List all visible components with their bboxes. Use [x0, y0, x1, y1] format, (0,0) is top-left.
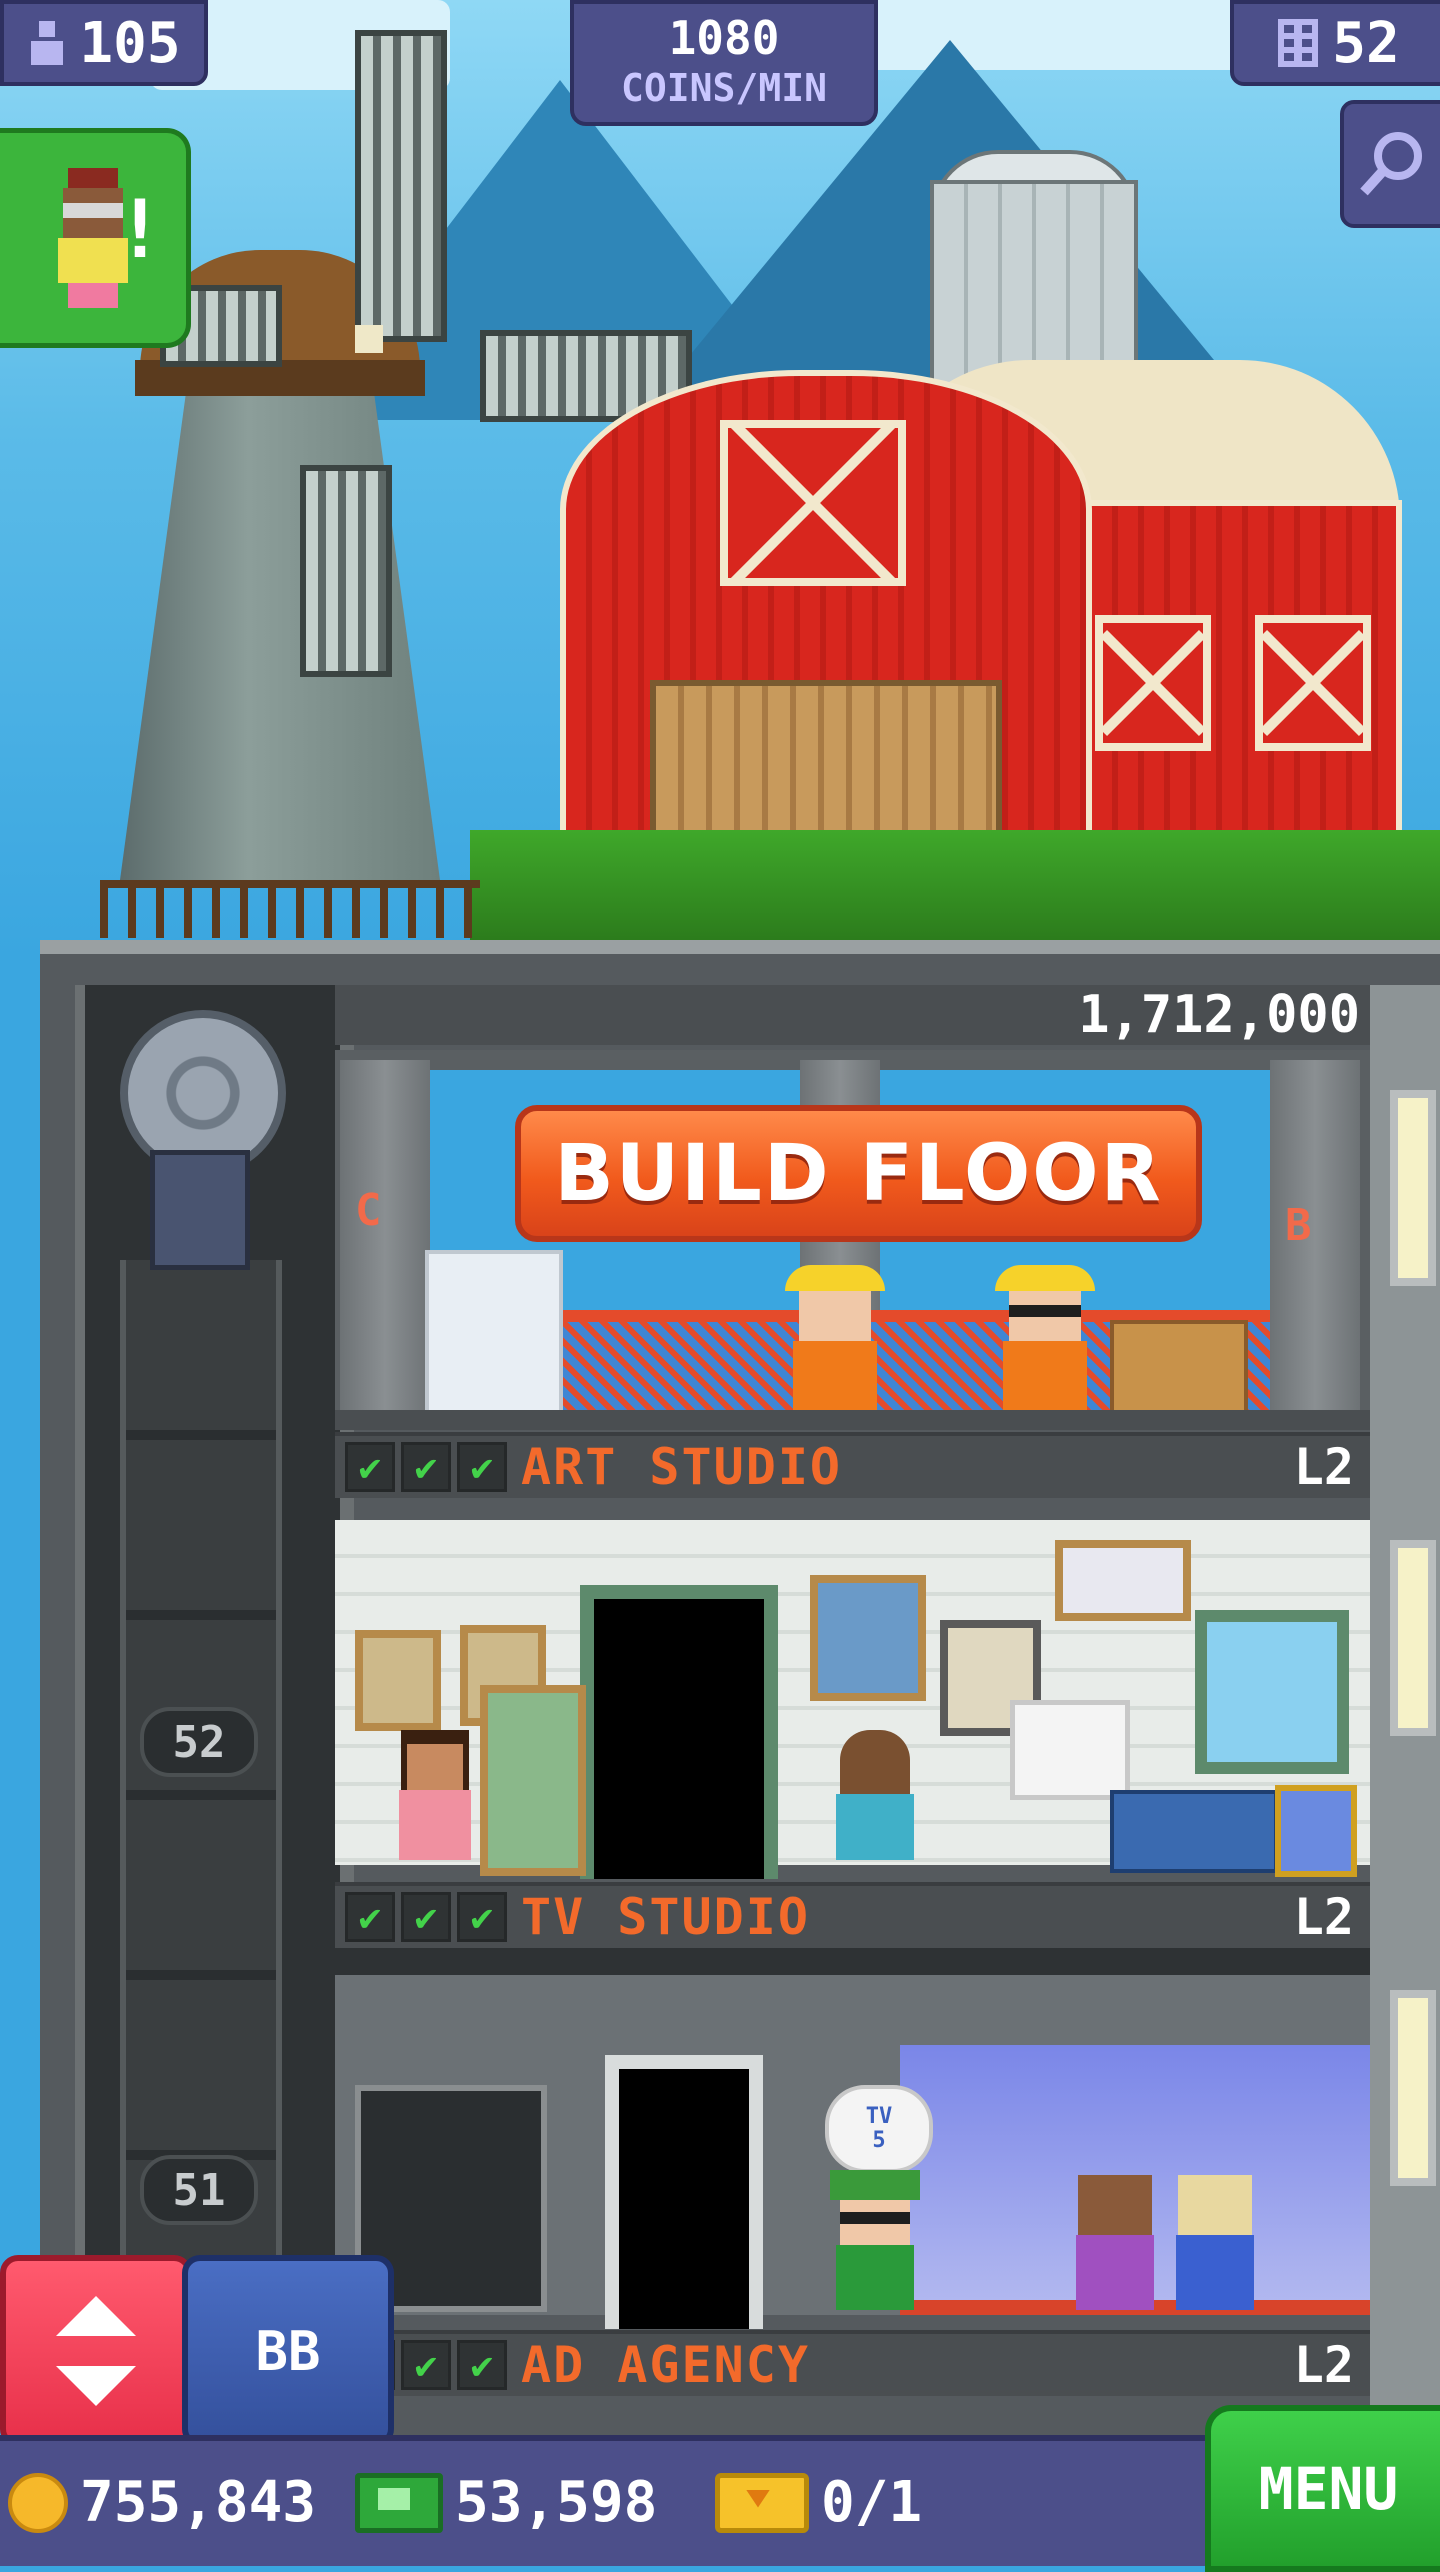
bitbook-button[interactable]: BB: [182, 2255, 394, 2447]
build-floor-button[interactable]: BUILD FLOOR: [515, 1105, 1202, 1242]
coin-icon: [8, 2472, 68, 2533]
floor-level: L2: [1293, 1888, 1354, 1946]
zoom-button[interactable]: [1340, 100, 1440, 228]
bux-display[interactable]: 53,598: [355, 2470, 657, 2535]
check-icon: ✔: [345, 1892, 395, 1942]
windmill-blade: [355, 30, 447, 342]
elevator-car[interactable]: [150, 1150, 250, 1270]
fence: [100, 880, 480, 938]
window-light: [1390, 1090, 1436, 1286]
coin-rate-panel: 1080 COINS/MIN: [570, 0, 878, 126]
coin-rate-value: 1080: [668, 11, 780, 65]
tv-bubble-line2: 5: [872, 2128, 886, 2153]
resident[interactable]: [395, 1730, 475, 1860]
grass: [470, 830, 1440, 940]
painting: [1275, 1785, 1357, 1877]
coins-display[interactable]: 755,843: [8, 2470, 316, 2535]
windmill-hub: [355, 325, 383, 353]
elevator-floor-label: 52: [140, 1707, 258, 1777]
check-icon: ✔: [401, 1892, 451, 1942]
paint-desk: [1110, 1790, 1278, 1873]
elevator-track: [120, 1260, 282, 2420]
population-counter[interactable]: 105: [0, 0, 208, 86]
painting: [1055, 1540, 1191, 1621]
floor-counter[interactable]: 52: [1230, 0, 1440, 86]
construction-pillar: [340, 1060, 430, 1420]
build-cost: 1,712,000: [1078, 985, 1360, 1045]
floor-label-bar[interactable]: ✔ ✔ ✔ ART STUDIO L2: [335, 1432, 1370, 1498]
coins-value: 755,843: [80, 2470, 317, 2535]
easel-canvas: [1010, 1700, 1130, 1800]
golden-ticket-icon: [715, 2472, 809, 2533]
window-light: [1390, 1540, 1436, 1736]
stock-checks: ✔ ✔ ✔: [345, 1892, 507, 1942]
windmill-blade: [300, 465, 392, 677]
bux-value: 53,598: [455, 2470, 658, 2535]
up-down-arrows-icon: [56, 2296, 136, 2406]
window: [1195, 1610, 1349, 1774]
side-letter-left: C: [355, 1185, 382, 1236]
menu-button[interactable]: MENU: [1205, 2405, 1440, 2572]
check-icon: ✔: [457, 1442, 507, 1492]
construction-floor-base: [335, 1410, 1370, 1430]
population-value: 105: [79, 10, 181, 76]
check-icon: ✔: [345, 1442, 395, 1492]
resident[interactable]: [830, 2170, 920, 2310]
tickets-value: 0/1: [821, 2470, 923, 2535]
magnifier-icon: [1360, 132, 1422, 196]
floor-name: AD AGENCY: [521, 2336, 810, 2394]
doorway: [580, 1585, 778, 1879]
building-icon: [1278, 19, 1319, 67]
painting: [480, 1685, 586, 1876]
floor-level: L2: [1293, 1438, 1354, 1496]
side-letter-right: B: [1285, 1200, 1312, 1251]
window-light: [1390, 1990, 1436, 2186]
check-icon: ✔: [401, 1442, 451, 1492]
check-icon: ✔: [457, 1892, 507, 1942]
barn-window: [720, 420, 906, 586]
construction-worker: [785, 1265, 885, 1410]
bux-banknote-icon: [355, 2472, 443, 2533]
tv-bubble-line1: TV: [865, 2104, 893, 2129]
tv-speech-bubble: TV 5: [825, 2085, 933, 2173]
check-icon: ✔: [457, 2340, 507, 2390]
tickets-display[interactable]: 0/1: [715, 2470, 922, 2535]
barn-window: [1255, 615, 1371, 751]
visitor-notification[interactable]: !: [0, 128, 191, 348]
floor-label-bar[interactable]: ✔ ✔ ✔ TV STUDIO L2: [335, 1882, 1370, 1948]
crate: [1110, 1320, 1248, 1418]
person-icon: [31, 21, 64, 65]
coin-rate-label: COINS/MIN: [621, 66, 827, 110]
painting: [810, 1575, 926, 1701]
painting: [355, 1630, 441, 1731]
construction-pillar: [1270, 1060, 1360, 1420]
floor-name: TV STUDIO: [521, 1888, 810, 1946]
resident[interactable]: [830, 1730, 920, 1860]
resident[interactable]: [1070, 2175, 1160, 2310]
elevator-button[interactable]: [0, 2255, 192, 2447]
resident[interactable]: [1170, 2175, 1260, 2310]
elevator-floor-label: 51: [140, 2155, 258, 2225]
check-icon: ✔: [401, 2340, 451, 2390]
barn-window: [1095, 615, 1211, 751]
floor-count-value: 52: [1332, 10, 1400, 76]
floor-label-bar[interactable]: ✔ ✔ ✔ AD AGENCY L2: [335, 2330, 1370, 2396]
construction-worker: [995, 1265, 1095, 1410]
stock-checks: ✔ ✔ ✔: [345, 1442, 507, 1492]
floor-level: L2: [1293, 2336, 1354, 2394]
material-pallet: [425, 1250, 563, 1418]
floor-name: ART STUDIO: [521, 1438, 843, 1496]
notification-mark: !: [115, 183, 164, 276]
doorway: [605, 2055, 763, 2329]
